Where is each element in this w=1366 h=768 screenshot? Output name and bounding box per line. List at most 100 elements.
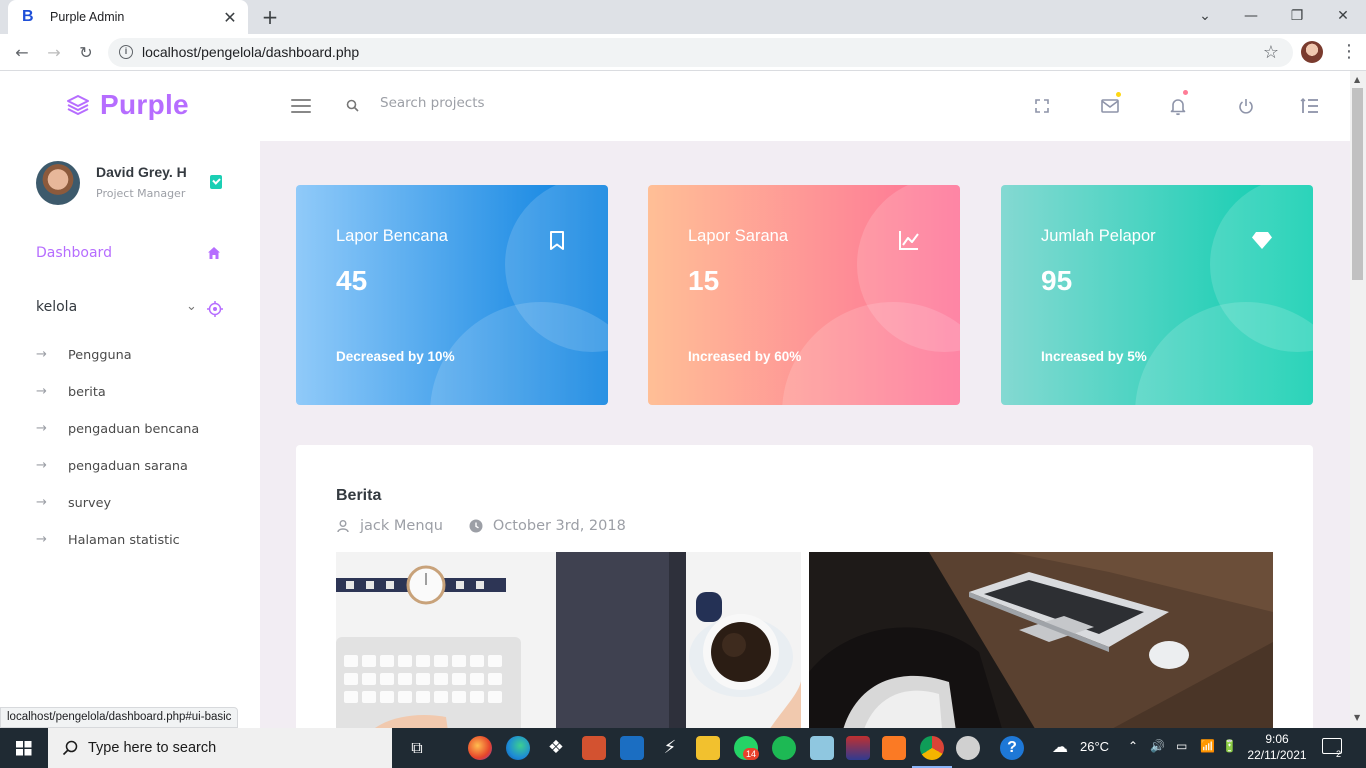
windows-start-icon[interactable] xyxy=(0,728,48,768)
diamond-icon xyxy=(1252,232,1272,249)
close-window-button[interactable]: ✕ xyxy=(1320,4,1366,28)
layers-icon xyxy=(67,95,89,115)
speaker-icon[interactable]: 🔊 xyxy=(1150,739,1165,753)
scroll-up-arrow-icon[interactable]: ▲ xyxy=(1354,75,1360,84)
card-decoration xyxy=(1135,302,1313,405)
clock-time: 9:06 xyxy=(1265,732,1289,746)
page-scrollbar[interactable]: ▲ ▼ xyxy=(1350,71,1366,728)
back-button[interactable]: ← xyxy=(10,41,34,65)
sidebar: David Grey. H Project Manager Dashboard … xyxy=(0,141,260,728)
card-decoration xyxy=(782,302,960,405)
bell-icon[interactable] xyxy=(1168,96,1188,116)
windows-taskbar: Type here to search ⧉ ❖ ⚡ 14 ? ☁ 26°C ⌃ … xyxy=(0,728,1366,768)
submenu-label: Halaman statistic xyxy=(68,533,180,548)
format-list-icon[interactable] xyxy=(1300,96,1320,116)
stat-title: Jumlah Pelapor xyxy=(1041,227,1156,245)
bookmark-star-icon[interactable]: ☆ xyxy=(1263,42,1279,63)
sidebar-item-pengaduan-bencana[interactable]: → pengaduan bencana xyxy=(0,417,260,454)
sidebar-item-berita[interactable]: → berita xyxy=(0,380,260,417)
paint-icon[interactable] xyxy=(956,736,980,760)
mail-icon[interactable] xyxy=(1100,96,1120,116)
news-image-desk-coffee[interactable] xyxy=(336,552,801,728)
sidebar-item-dashboard[interactable]: Dashboard xyxy=(0,233,260,273)
sidebar-item-pengguna[interactable]: → Pengguna xyxy=(0,343,260,380)
account-outline-icon xyxy=(337,520,349,533)
address-bar[interactable]: i localhost/pengelola/dashboard.php ☆ xyxy=(108,38,1293,67)
news-image-laptop[interactable] xyxy=(809,552,1273,728)
file-explorer-icon[interactable] xyxy=(696,736,720,760)
tab-search-icon[interactable]: ⌄ xyxy=(1182,4,1228,28)
clock-date: 22/11/2021 xyxy=(1247,748,1307,762)
news-author: jack Menqu xyxy=(360,518,443,534)
search-input[interactable] xyxy=(380,95,680,111)
spotify-icon[interactable] xyxy=(772,736,796,760)
forward-button[interactable]: → xyxy=(42,41,66,65)
mail-indicator-dot xyxy=(1116,92,1121,97)
browser-profile-avatar[interactable] xyxy=(1301,41,1323,63)
sidebar-item-survey[interactable]: → survey xyxy=(0,491,260,528)
sidebar-nav: David Grey. H Project Manager Dashboard … xyxy=(0,141,260,579)
sidebar-item-pengaduan-sarana[interactable]: → pengaduan sarana xyxy=(0,454,260,491)
weather-cloud-icon[interactable]: ☁ xyxy=(1052,737,1068,757)
wifi-icon[interactable]: 📶 xyxy=(1200,739,1215,753)
arrow-right-icon: → xyxy=(36,347,47,362)
scroll-down-arrow-icon[interactable]: ▼ xyxy=(1354,713,1360,722)
temperature[interactable]: 26°C xyxy=(1080,739,1109,754)
sidebar-item-kelola[interactable]: kelola ⌄ xyxy=(0,291,260,331)
brand-logo[interactable]: Purple xyxy=(66,89,189,121)
stat-value: 15 xyxy=(688,265,720,296)
stat-card-jumlah-pelapor: Jumlah Pelapor 95 Increased by 5% xyxy=(1001,185,1313,405)
scrollbar-thumb[interactable] xyxy=(1352,88,1363,280)
close-tab-icon[interactable]: ✕ xyxy=(222,8,238,27)
notepad-icon[interactable] xyxy=(810,736,834,760)
browser-tab[interactable]: B Purple Admin ✕ xyxy=(8,0,248,34)
minimize-button[interactable]: — xyxy=(1228,4,1274,28)
edge-icon[interactable] xyxy=(506,736,530,760)
reload-button[interactable]: ↻ xyxy=(74,41,98,65)
task-view-icon[interactable]: ⧉ xyxy=(405,736,429,760)
news-meta: jack Menqu October 3rd, 2018 xyxy=(336,518,626,534)
search-icon xyxy=(62,740,78,756)
taskbar-clock[interactable]: 9:06 22/11/2021 xyxy=(1245,731,1309,763)
whatsapp-badge: 14 xyxy=(743,748,760,760)
meet-now-icon[interactable]: ▭ xyxy=(1176,739,1187,753)
arrow-right-icon: → xyxy=(36,458,47,473)
sidebar-item-label: Dashboard xyxy=(36,245,112,261)
chevron-down-icon: ⌄ xyxy=(186,299,197,314)
stat-value: 95 xyxy=(1041,265,1073,296)
winrar-icon[interactable] xyxy=(846,736,870,760)
main-content: Lapor Bencana 45 Decreased by 10% Lapor … xyxy=(260,141,1350,728)
arrow-right-icon: → xyxy=(36,384,47,399)
arrow-right-icon: → xyxy=(36,495,47,510)
stat-card-lapor-sarana: Lapor Sarana 15 Increased by 60% xyxy=(648,185,960,405)
vscode-icon[interactable]: ⚡ xyxy=(658,736,682,760)
arrow-right-icon: → xyxy=(36,532,47,547)
menu-toggle-icon[interactable] xyxy=(291,99,311,113)
new-tab-button[interactable]: + xyxy=(259,6,281,28)
top-navbar: Purple xyxy=(0,71,1350,141)
battery-icon[interactable]: 🔋 xyxy=(1222,739,1237,753)
xampp-icon[interactable] xyxy=(882,736,906,760)
clock-icon xyxy=(469,519,483,533)
firefox-icon[interactable] xyxy=(468,736,492,760)
notification-count: 2 xyxy=(1336,749,1342,759)
tab-favicon: B xyxy=(22,8,34,25)
sidebar-profile[interactable]: David Grey. H Project Manager xyxy=(36,161,236,205)
help-icon[interactable]: ? xyxy=(1000,736,1024,760)
powerpoint-icon[interactable] xyxy=(582,736,606,760)
laptop-illustration xyxy=(809,552,1273,728)
mail-app-icon[interactable] xyxy=(620,736,644,760)
taskbar-search-box[interactable]: Type here to search xyxy=(48,728,392,768)
dropbox-icon[interactable]: ❖ xyxy=(544,736,568,760)
chevron-up-icon[interactable]: ⌃ xyxy=(1128,739,1138,753)
site-info-icon[interactable]: i xyxy=(119,45,133,59)
sidebar-item-halaman-statistic[interactable]: → Halaman statistic xyxy=(0,528,260,565)
power-icon[interactable] xyxy=(1236,96,1256,116)
chrome-icon[interactable] xyxy=(920,736,944,760)
fullscreen-icon[interactable] xyxy=(1032,96,1052,116)
restore-button[interactable]: ❐ xyxy=(1274,4,1320,28)
browser-menu-icon[interactable]: ⋮ xyxy=(1340,41,1358,63)
bookmark-check-icon xyxy=(210,175,222,189)
address-url[interactable]: localhost/pengelola/dashboard.php xyxy=(142,44,359,60)
desk-coffee-illustration xyxy=(336,552,801,728)
